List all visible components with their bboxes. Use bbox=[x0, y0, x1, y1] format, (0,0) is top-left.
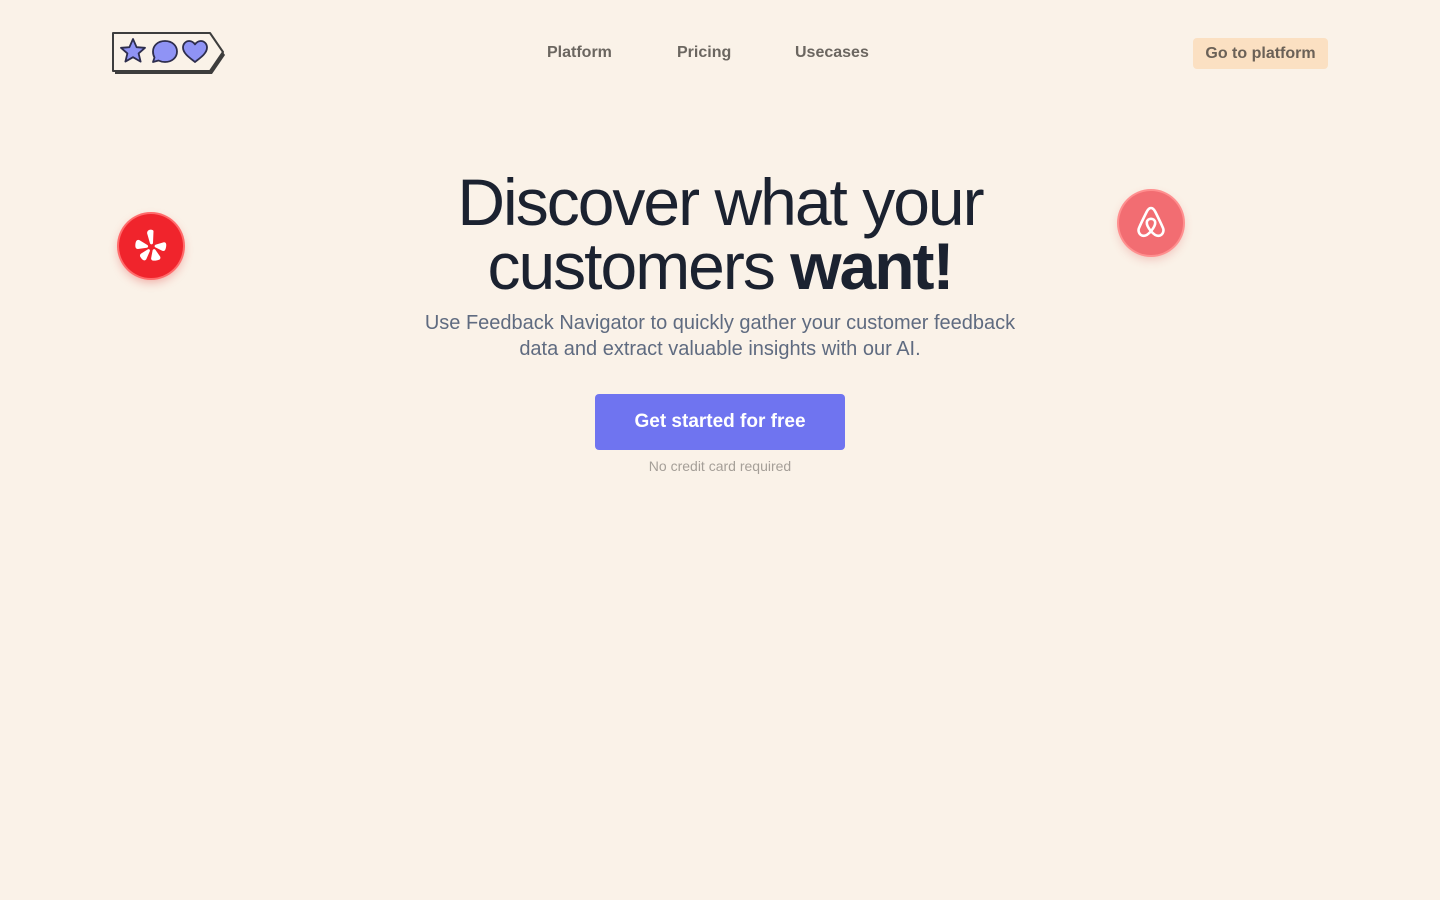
nav-link-pricing[interactable]: Pricing bbox=[677, 42, 731, 64]
nav-link-platform[interactable]: Platform bbox=[547, 42, 612, 64]
hero-title-emphasis: want! bbox=[790, 229, 954, 303]
hero-title: Discover what your customers want! bbox=[0, 169, 1440, 299]
get-started-button[interactable]: Get started for free bbox=[595, 394, 845, 450]
hero-subtitle: Use Feedback Navigator to quickly gather… bbox=[424, 312, 1016, 360]
hero-title-line2-prefix: customers bbox=[487, 229, 791, 303]
hero-title-line1: Discover what your bbox=[457, 165, 984, 239]
landing-page: Platform Pricing Usecases Go to platform bbox=[0, 0, 1440, 900]
nav-link-usecases[interactable]: Usecases bbox=[795, 42, 869, 64]
go-to-platform-button[interactable]: Go to platform bbox=[1193, 38, 1328, 69]
no-credit-card-note: No credit card required bbox=[648, 458, 792, 474]
